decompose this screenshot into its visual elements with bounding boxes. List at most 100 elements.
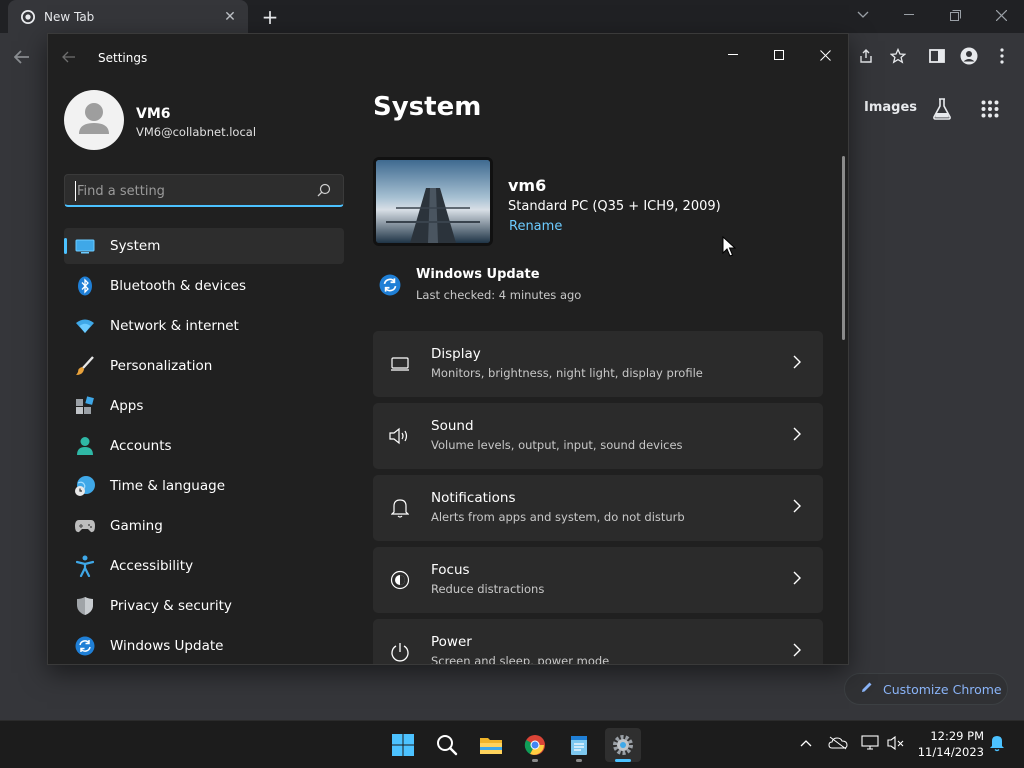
chevron-right-icon [793,642,805,658]
chevron-up-icon[interactable] [796,733,816,753]
settings-nav: System Bluetooth & devices Network & int… [64,228,344,664]
nav-item-apps[interactable]: Apps [64,388,344,424]
display-icon [389,353,411,375]
close-icon[interactable] [802,40,848,70]
nav-item-privacy-security[interactable]: Privacy & security [64,588,344,624]
avatar[interactable] [64,90,124,150]
nav-item-label: Bluetooth & devices [110,278,247,294]
nav-item-label: Accessibility [110,558,194,574]
nav-item-gaming[interactable]: Gaming [64,508,344,544]
card-notifications[interactable]: Notifications Alerts from apps and syste… [373,475,823,541]
nav-item-label: Privacy & security [110,598,232,614]
bookmark-star-icon[interactable] [886,45,910,67]
notification-bell-icon[interactable] [987,733,1007,753]
wifi-icon [74,315,96,337]
chrome-icon[interactable] [517,728,553,762]
card-subtitle: Volume levels, output, input, sound devi… [431,438,683,452]
nav-item-accessibility[interactable]: Accessibility [64,548,344,584]
google-apps-icon[interactable] [978,97,1002,121]
close-tab-icon[interactable]: ✕ [220,7,240,27]
file-explorer-icon[interactable] [473,728,509,762]
bell-icon [389,497,411,519]
chrome-tab-title: New Tab [44,9,95,24]
network-icon[interactable] [860,733,880,753]
chrome-minimize-icon[interactable] [886,0,932,30]
nav-item-label: Accounts [110,438,172,454]
device-wallpaper-thumbnail [373,157,493,246]
card-subtitle: Monitors, brightness, night light, displ… [431,366,703,380]
profile-icon[interactable] [957,45,981,67]
accessibility-icon [74,555,96,577]
globe-clock-icon [74,475,96,497]
customize-chrome-button[interactable]: Customize Chrome [844,673,1008,705]
clock-time: 12:29 PM [930,729,984,743]
nav-item-network[interactable]: Network & internet [64,308,344,344]
speaker-icon [389,425,411,447]
customize-chrome-label: Customize Chrome [883,681,1002,697]
clock-date: 11/14/2023 [917,745,984,759]
nav-item-label: Gaming [110,518,163,534]
windows-update-icon [379,274,401,296]
nav-item-accounts[interactable]: Accounts [64,428,344,464]
new-tab-button[interactable]: + [258,5,282,29]
search-box[interactable] [64,174,344,207]
back-arrow-icon[interactable] [62,48,76,67]
nav-item-system[interactable]: System [64,228,344,264]
windows-update-title[interactable]: Windows Update [416,267,540,282]
device-name: vm6 [508,176,547,195]
minimize-icon[interactable] [710,40,756,70]
card-power[interactable]: Power Screen and sleep, power mode [373,619,823,664]
card-title: Display [431,346,481,362]
nav-item-windows-update[interactable]: Windows Update [64,628,344,664]
running-indicator [576,759,582,762]
system-icon [74,235,96,257]
chrome-menu-icon[interactable] [990,45,1014,67]
device-model: Standard PC (Q35 + ICH9, 2009) [508,199,721,214]
images-link[interactable]: Images [864,100,917,115]
nav-item-personalization[interactable]: Personalization [64,348,344,384]
settings-window-title: Settings [98,51,148,65]
search-icon [317,182,333,198]
brush-icon [74,355,96,377]
labs-flask-icon[interactable] [930,97,954,121]
nav-item-time-language[interactable]: Time & language [64,468,344,504]
search-icon[interactable] [429,728,465,762]
scrollbar[interactable] [842,156,845,340]
apps-icon [74,395,96,417]
notepad-icon[interactable] [561,728,597,762]
card-display[interactable]: Display Monitors, brightness, night ligh… [373,331,823,397]
mouse-cursor-icon [722,235,737,258]
start-icon[interactable] [385,728,421,762]
chrome-favicon-icon [20,9,36,25]
profile-email: VM6@collabnet.local [136,125,257,139]
card-title: Power [431,634,472,650]
rename-link[interactable]: Rename [509,219,562,234]
card-focus[interactable]: Focus Reduce distractions [373,547,823,613]
card-subtitle: Reduce distractions [431,582,545,596]
share-icon[interactable] [854,45,878,67]
settings-window: Settings VM6 VM6@collabnet.local System [47,33,849,665]
settings-icon[interactable] [605,728,641,762]
gamepad-icon [74,515,96,537]
nav-item-bluetooth[interactable]: Bluetooth & devices [64,268,344,304]
taskbar-clock[interactable]: 12:29 PM 11/14/2023 [916,728,984,760]
chrome-tab-new-tab[interactable]: New Tab ✕ [8,0,248,33]
search-input[interactable] [75,181,305,201]
maximize-icon[interactable] [756,40,802,70]
card-sound[interactable]: Sound Volume levels, output, input, soun… [373,403,823,469]
card-title: Notifications [431,490,516,506]
onedrive-icon[interactable] [828,733,848,753]
chevron-right-icon [793,426,805,442]
back-arrow-icon[interactable] [10,45,34,69]
nav-item-label: Network & internet [110,318,239,334]
chrome-close-icon[interactable] [978,0,1024,30]
chevron-down-icon[interactable] [840,0,886,30]
side-panel-icon[interactable] [925,45,949,67]
volume-muted-icon[interactable] [886,733,906,753]
running-indicator [532,759,538,762]
nav-item-label: Apps [110,398,144,414]
nav-item-label: Personalization [110,358,213,374]
chrome-restore-icon[interactable] [932,0,978,30]
shield-icon [74,595,96,617]
chevron-right-icon [793,570,805,586]
